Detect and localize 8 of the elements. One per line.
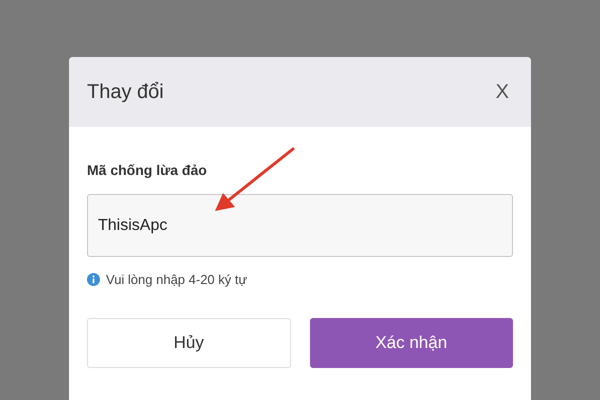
- info-icon: [87, 273, 100, 286]
- field-label: Mã chống lừa đảo: [87, 162, 208, 178]
- input-field[interactable]: ThisisApc: [87, 194, 513, 257]
- hint-text: Vui lòng nhập 4-20 ký tự: [106, 272, 248, 287]
- cancel-button[interactable]: Hủy: [87, 318, 290, 368]
- dialog-title: Thay đổi: [87, 80, 164, 104]
- confirm-button[interactable]: Xác nhận: [310, 318, 513, 368]
- close-button[interactable]: X: [492, 80, 513, 104]
